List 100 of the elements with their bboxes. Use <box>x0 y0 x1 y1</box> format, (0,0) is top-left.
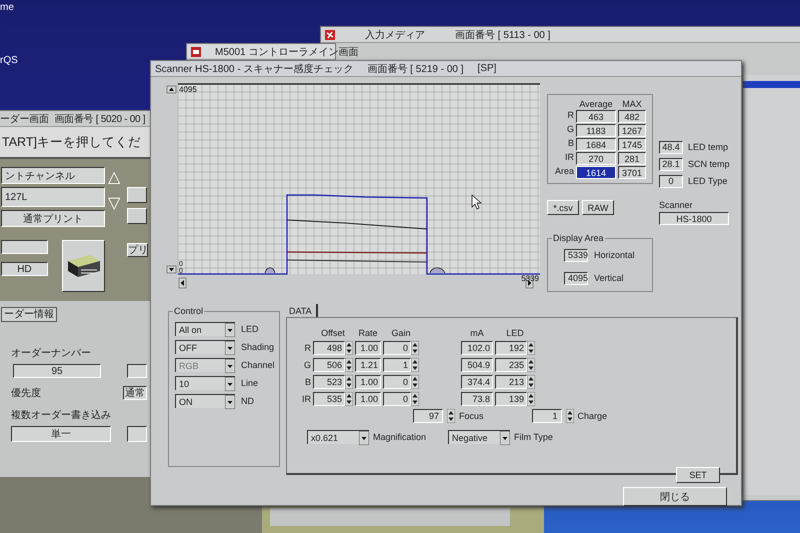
input-field[interactable]: 192 <box>495 341 527 355</box>
dropdown-label: ND <box>241 396 254 406</box>
value-field[interactable]: 3701 <box>618 166 646 179</box>
readout-label: LED Type <box>688 176 728 186</box>
axis-label: 4095 <box>179 85 197 94</box>
column-header: LED <box>505 328 525 338</box>
readout-label: SCN temp <box>688 159 730 169</box>
dropdown-label: LED <box>241 324 259 334</box>
value-field: 28.1 <box>659 158 683 170</box>
input-field: 1.00 <box>355 375 381 389</box>
order-number-label: オーダーナンバー <box>10 347 92 360</box>
input-field[interactable]: 97 <box>413 409 443 423</box>
print-button[interactable]: プリ <box>127 243 148 257</box>
input-field: 1.00 <box>355 392 381 406</box>
input-field: 73.8 <box>461 392 493 406</box>
prompt-text: TART]キーを押してくだ <box>2 134 141 150</box>
column-header: Offset <box>320 328 346 338</box>
input-field: 1.21 <box>355 358 381 372</box>
input-field[interactable]: 5339 <box>564 248 588 262</box>
value-field[interactable]: 1684 <box>576 138 616 151</box>
column-header: Gain <box>390 328 412 338</box>
value-field: 0 <box>659 174 683 188</box>
value-field[interactable]: 281 <box>618 152 646 165</box>
input-field[interactable]: 1 <box>532 409 562 423</box>
dropdown[interactable]: x0.621 <box>307 430 369 444</box>
input-field[interactable]: 498 <box>313 341 345 355</box>
field-label: Vertical <box>594 273 624 284</box>
column-header: Average <box>578 99 614 109</box>
input-field[interactable]: 0 <box>383 375 411 389</box>
channel-value-field[interactable]: 127L <box>1 187 105 207</box>
media-value-field: HD <box>1 262 48 276</box>
axis-label: 5339 <box>521 274 539 283</box>
input-field[interactable]: 523 <box>313 375 345 389</box>
dropdown[interactable]: ON <box>175 394 235 408</box>
value-field[interactable]: 1183 <box>576 124 616 137</box>
close-button[interactable]: 閉じる <box>623 487 727 506</box>
dropdown[interactable]: 10 <box>175 376 235 390</box>
field-label: Charge <box>578 411 608 421</box>
dropdown[interactable]: All on <box>175 322 235 336</box>
dropdown[interactable]: Negative <box>448 430 510 444</box>
value-field[interactable]: 1267 <box>618 124 646 137</box>
scanner-label: Scanner <box>659 200 694 210</box>
data-tab[interactable]: DATA <box>286 304 318 317</box>
window-title: M5001 コントローラメイン画面 <box>215 46 358 58</box>
row-label: G <box>302 360 311 370</box>
input-field[interactable]: 0 <box>383 392 411 406</box>
field-label: Focus <box>459 411 484 421</box>
priority-field[interactable]: 通常 <box>123 386 147 400</box>
readout-label: LED temp <box>688 142 728 152</box>
group-title: Display Area <box>552 232 605 243</box>
group-title: Control <box>173 306 204 316</box>
input-field[interactable]: 1 <box>383 358 411 372</box>
channel-field: ントチャンネル <box>1 167 105 184</box>
input-field[interactable]: 0 <box>383 341 411 355</box>
row-label: IR <box>301 394 311 404</box>
value-field[interactable]: 1614 <box>576 166 616 179</box>
input-field[interactable]: 4095 <box>564 272 588 285</box>
export-button[interactable]: *.csv <box>547 200 579 216</box>
field-label: Horizontal <box>594 250 635 260</box>
input-field: 504.9 <box>461 358 493 372</box>
row-label: G <box>566 124 574 136</box>
input-field: 1.00 <box>355 341 381 355</box>
row-label: B <box>304 377 311 387</box>
value-field: 48.4 <box>659 140 683 154</box>
value-field[interactable]: 482 <box>618 110 646 123</box>
value-field[interactable]: 463 <box>576 110 616 123</box>
input-field[interactable]: 506 <box>313 358 345 372</box>
scanner-field: HS-1800 <box>659 212 729 226</box>
priority-label: 優先度 <box>11 386 41 400</box>
column-header: MAX <box>621 99 643 109</box>
input-field[interactable]: 235 <box>495 358 527 372</box>
export-button[interactable]: RAW <box>582 200 614 216</box>
multi-order-label: 複数オーダー書き込み <box>10 408 112 422</box>
window-title: Scanner HS-1800 - スキャナー感度チェック <box>155 62 354 76</box>
row-label: R <box>304 343 311 353</box>
input-field: 374.4 <box>461 375 493 389</box>
column-header: mA <box>469 328 485 338</box>
value-field[interactable]: 1745 <box>618 138 646 151</box>
input-field[interactable]: 139 <box>495 392 527 406</box>
print-mode-field: 通常プリント <box>1 210 105 227</box>
order-info-tab[interactable]: ーダー情報 <box>1 307 57 322</box>
row-label: B <box>566 138 574 150</box>
desktop-icon-label[interactable]: me <box>0 2 14 13</box>
row-label: R <box>566 110 574 122</box>
screen-number: 画面番号 [ 5113 - 00 ] <box>455 28 550 42</box>
set-button[interactable]: SET <box>676 467 720 483</box>
dropdown[interactable]: OFF <box>175 340 235 354</box>
desktop-icon-label[interactable]: rQS <box>0 55 18 66</box>
order-number-field[interactable]: 95 <box>13 364 101 378</box>
screen-number: 画面番号 [ 5219 - 00 ] <box>367 62 464 76</box>
window-title: 入力メディア <box>365 28 425 42</box>
row-label: Area <box>554 166 574 178</box>
input-field[interactable]: 213 <box>495 375 527 389</box>
input-field[interactable]: 535 <box>313 392 345 406</box>
column-header: Rate <box>357 328 378 338</box>
input-field: 102.0 <box>461 341 493 355</box>
multi-order-field[interactable]: 単一 <box>11 426 111 442</box>
dropdown-label: Shading <box>241 342 274 352</box>
dropdown-label: Line <box>241 378 258 388</box>
value-field[interactable]: 270 <box>576 152 616 165</box>
